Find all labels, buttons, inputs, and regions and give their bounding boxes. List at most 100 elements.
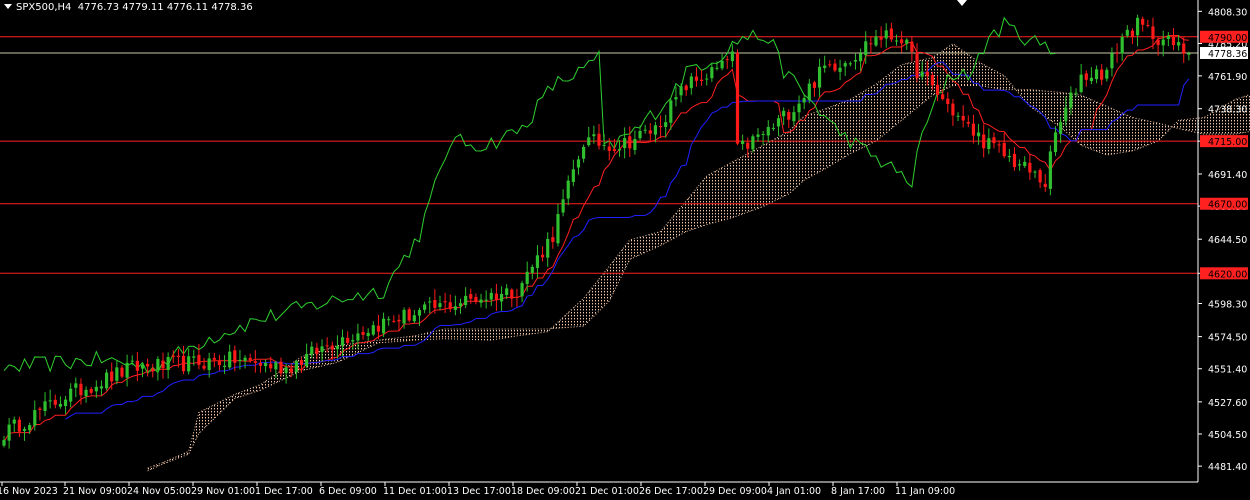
candle[interactable] — [587, 126, 591, 147]
candle[interactable] — [181, 345, 186, 375]
candle[interactable] — [63, 395, 68, 415]
candle[interactable] — [900, 31, 904, 53]
candle[interactable] — [264, 359, 268, 373]
candle[interactable] — [915, 43, 919, 82]
candle[interactable] — [694, 67, 699, 87]
candle[interactable] — [797, 95, 801, 121]
candle[interactable] — [1053, 126, 1058, 156]
candle[interactable] — [156, 356, 160, 381]
candle[interactable] — [971, 114, 976, 144]
candle[interactable] — [1171, 28, 1176, 51]
candle[interactable] — [1012, 147, 1017, 171]
candle[interactable] — [1084, 70, 1088, 87]
candle[interactable] — [407, 307, 411, 323]
candle[interactable] — [689, 73, 693, 95]
candle[interactable] — [258, 360, 263, 373]
candle[interactable] — [1105, 67, 1109, 82]
candle[interactable] — [1023, 156, 1027, 168]
candle[interactable] — [602, 133, 606, 151]
candle[interactable] — [412, 309, 416, 324]
candle[interactable] — [561, 189, 565, 217]
candle[interactable] — [848, 61, 852, 67]
candle[interactable] — [505, 284, 509, 300]
candle[interactable] — [1048, 145, 1052, 196]
candle[interactable] — [371, 321, 375, 337]
candle[interactable] — [2, 435, 6, 448]
candle[interactable] — [99, 380, 104, 396]
candle[interactable] — [1018, 159, 1022, 171]
candle[interactable] — [58, 396, 63, 409]
candle[interactable] — [982, 124, 986, 158]
candle[interactable] — [115, 360, 119, 385]
candle[interactable] — [546, 232, 550, 267]
candle[interactable] — [787, 109, 791, 129]
candle[interactable] — [448, 294, 452, 313]
candle[interactable] — [387, 316, 391, 326]
candle[interactable] — [494, 283, 499, 311]
candle[interactable] — [1028, 154, 1032, 180]
candle[interactable] — [674, 86, 678, 107]
candle[interactable] — [22, 426, 27, 441]
candle[interactable] — [735, 49, 740, 146]
candle[interactable] — [884, 23, 888, 48]
candle[interactable] — [946, 92, 950, 113]
candle[interactable] — [48, 389, 52, 409]
dropdown-triangle-icon[interactable] — [4, 4, 12, 9]
candle[interactable] — [376, 314, 381, 340]
shift-marker-icon[interactable] — [957, 0, 967, 6]
candle[interactable] — [669, 98, 673, 130]
candle[interactable] — [551, 226, 555, 249]
candle[interactable] — [540, 246, 545, 262]
candle[interactable] — [530, 264, 534, 280]
candle[interactable] — [484, 290, 488, 309]
candle[interactable] — [361, 326, 365, 340]
candle[interactable] — [992, 132, 996, 149]
candle[interactable] — [997, 140, 1001, 153]
candle[interactable] — [135, 352, 139, 382]
candle[interactable] — [710, 63, 714, 82]
candle[interactable] — [146, 358, 150, 377]
candle[interactable] — [623, 127, 627, 159]
candle[interactable] — [84, 386, 88, 403]
candle[interactable] — [889, 22, 893, 43]
candle[interactable] — [525, 261, 529, 292]
candle[interactable] — [1079, 63, 1083, 94]
candle[interactable] — [556, 203, 560, 247]
candle[interactable] — [520, 280, 524, 303]
candle[interactable] — [756, 128, 760, 142]
candle[interactable] — [684, 84, 688, 96]
candle[interactable] — [366, 328, 370, 341]
candle[interactable] — [597, 124, 601, 150]
candle[interactable] — [802, 95, 806, 110]
candle[interactable] — [489, 288, 493, 306]
candle[interactable] — [1135, 14, 1140, 47]
candle[interactable] — [104, 369, 109, 391]
horizontal-levels[interactable] — [0, 36, 1198, 274]
candle[interactable] — [443, 292, 447, 313]
candle[interactable] — [1002, 132, 1006, 159]
candle[interactable] — [397, 314, 401, 331]
candle[interactable] — [453, 295, 457, 316]
candle[interactable] — [510, 288, 514, 307]
candle[interactable] — [125, 354, 129, 387]
candle[interactable] — [515, 288, 519, 307]
candle[interactable] — [53, 394, 57, 409]
candle[interactable] — [823, 55, 827, 73]
candle[interactable] — [761, 130, 765, 146]
candle[interactable] — [1166, 32, 1170, 47]
candle[interactable] — [1100, 64, 1104, 86]
candle[interactable] — [464, 287, 468, 309]
candle[interactable] — [699, 69, 704, 86]
candle[interactable] — [633, 130, 637, 155]
candle[interactable] — [576, 155, 581, 175]
price-chart[interactable]: 4808.304785.204761.904738.304715.004691.… — [0, 0, 1250, 500]
candle[interactable] — [228, 344, 232, 370]
candle[interactable] — [458, 298, 463, 314]
candle[interactable] — [853, 53, 858, 70]
candle[interactable] — [658, 115, 663, 138]
candle[interactable] — [1033, 170, 1037, 179]
candle[interactable] — [1094, 65, 1099, 84]
candle[interactable] — [243, 355, 247, 369]
candle[interactable] — [1146, 19, 1150, 28]
candle[interactable] — [499, 286, 504, 311]
